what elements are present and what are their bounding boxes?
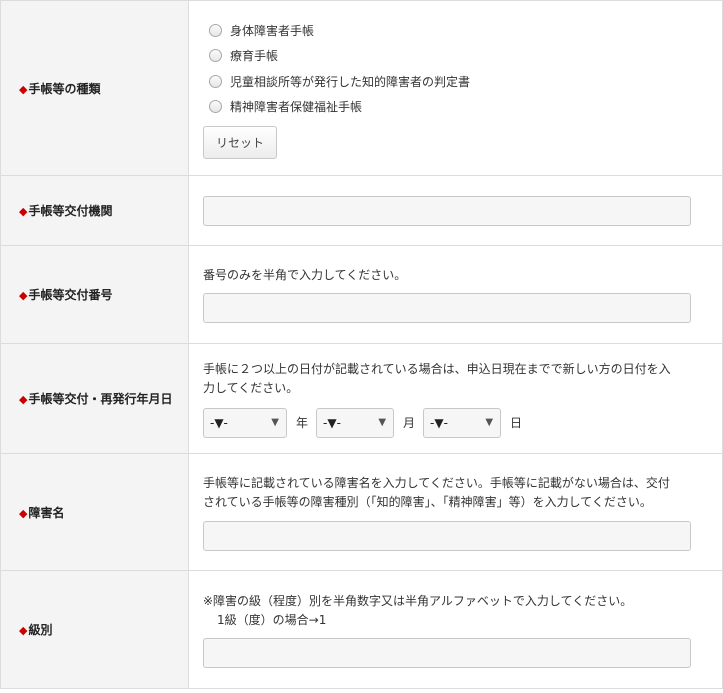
day-unit: 日 <box>510 416 523 430</box>
field-label: 手帳等の種類 <box>28 81 101 96</box>
number-hint: 番号のみを半角で入力してください。 <box>203 268 407 282</box>
issuer-input[interactable] <box>203 195 691 226</box>
label-cell: ◆手帳等の種類 <box>0 0 189 176</box>
grade-hint-line1: ※障害の級（程度）別を半角数字又は半角アルファベットで入力してください。 <box>203 593 633 608</box>
required-marker-icon: ◆ <box>19 289 28 302</box>
radio-button[interactable] <box>209 49 222 63</box>
field-cell: 手帳等に記載されている障害名を入力してください。手帳等に記載がない場合は、交付 … <box>188 453 723 571</box>
disability-hint-line2: されている手帳等の障害種別（「知的障害」、「精神障害」等）を入力してください。 <box>203 494 652 509</box>
radio-label: 療育手帳 <box>230 49 279 64</box>
required-marker-icon: ◆ <box>19 393 28 406</box>
row-number: ◆手帳等交付番号 番号のみを半角で入力してください。 <box>0 245 723 344</box>
label-cell: ◆級別 <box>0 570 189 689</box>
radio-button[interactable] <box>209 100 222 114</box>
radio-option[interactable]: 精神障害者保健福祉手帳 <box>203 94 708 120</box>
label-cell: ◆手帳等交付・再発行年月日 <box>0 343 189 454</box>
required-marker-icon: ◆ <box>19 82 28 96</box>
month-unit: 月 <box>403 416 416 430</box>
label-cell: ◆手帳等交付機関 <box>0 175 189 246</box>
grade-input[interactable] <box>203 637 691 668</box>
row-disability: ◆障害名 手帳等に記載されている障害名を入力してください。手帳等に記載がない場合… <box>0 453 723 571</box>
chevron-down-icon: ▼ <box>485 417 494 428</box>
month-select-value: -▼- <box>323 415 341 430</box>
field-cell: 手帳に２つ以上の日付が記載されている場合は、申込日現在までで新しい方の日付を入 … <box>188 343 723 454</box>
year-unit: 年 <box>296 416 309 430</box>
grade-hint-line2: 1級（度）の場合→1 <box>217 612 327 627</box>
month-select[interactable]: -▼- ▼ <box>316 407 395 438</box>
radio-option[interactable]: 療育手帳 <box>203 43 708 69</box>
year-select-value: -▼- <box>210 415 228 430</box>
required-marker-icon: ◆ <box>19 205 28 218</box>
row-date: ◆手帳等交付・再発行年月日 手帳に２つ以上の日付が記載されている場合は、申込日現… <box>0 343 723 454</box>
field-label: 手帳等交付番号 <box>28 288 113 302</box>
application-form-table: ◆手帳等の種類 身体障害者手帳 療育手帳 児童相談所等が発行した知的障害者の判定… <box>0 0 723 689</box>
required-marker-icon: ◆ <box>19 624 28 637</box>
field-label: 手帳等交付機関 <box>28 204 113 218</box>
field-label: 級別 <box>28 623 53 637</box>
radio-button[interactable] <box>209 23 222 37</box>
row-notebook-type: ◆手帳等の種類 身体障害者手帳 療育手帳 児童相談所等が発行した知的障害者の判定… <box>0 0 723 176</box>
field-cell: 身体障害者手帳 療育手帳 児童相談所等が発行した知的障害者の判定書 精神障害者保… <box>188 0 723 176</box>
field-cell: 番号のみを半角で入力してください。 <box>188 245 723 344</box>
field-cell: ※障害の級（程度）別を半角数字又は半角アルファベットで入力してください。 1級（… <box>188 570 723 689</box>
chevron-down-icon: ▼ <box>378 417 387 428</box>
row-grade: ◆級別 ※障害の級（程度）別を半角数字又は半角アルファベットで入力してください。… <box>0 570 723 689</box>
chevron-down-icon: ▼ <box>271 417 279 428</box>
field-label: 手帳等交付・再発行年月日 <box>28 392 173 406</box>
field-label: 障害名 <box>28 505 65 520</box>
disability-hint-line1: 手帳等に記載されている障害名を入力してください。手帳等に記載がない場合は、交付 <box>203 475 670 490</box>
radio-option[interactable]: 児童相談所等が発行した知的障害者の判定書 <box>203 69 708 95</box>
radio-label: 精神障害者保健福祉手帳 <box>230 100 363 115</box>
radio-button[interactable] <box>209 74 222 88</box>
day-select-value: -▼- <box>430 415 448 430</box>
date-hint-line2: 力してください。 <box>203 380 299 395</box>
day-select[interactable]: -▼- ▼ <box>423 407 502 438</box>
number-input[interactable] <box>203 293 691 323</box>
label-cell: ◆手帳等交付番号 <box>0 245 189 344</box>
date-hint-line1: 手帳に２つ以上の日付が記載されている場合は、申込日現在までで新しい方の日付を入 <box>203 361 671 376</box>
field-cell <box>188 175 723 246</box>
radio-option[interactable]: 身体障害者手帳 <box>203 18 708 44</box>
row-issuer: ◆手帳等交付機関 <box>0 175 723 246</box>
date-selects: -▼- ▼ 年 -▼- ▼ 月 -▼- ▼ 日 <box>203 407 708 438</box>
radio-group-notebook-type: 身体障害者手帳 療育手帳 児童相談所等が発行した知的障害者の判定書 精神障害者保… <box>203 18 708 120</box>
year-select[interactable]: -▼- ▼ <box>203 407 287 438</box>
required-marker-icon: ◆ <box>19 506 28 520</box>
disability-input[interactable] <box>203 520 691 551</box>
radio-label: 児童相談所等が発行した知的障害者の判定書 <box>230 74 471 89</box>
reset-button[interactable]: リセット <box>203 125 278 159</box>
label-cell: ◆障害名 <box>0 453 189 571</box>
radio-label: 身体障害者手帳 <box>230 23 315 38</box>
